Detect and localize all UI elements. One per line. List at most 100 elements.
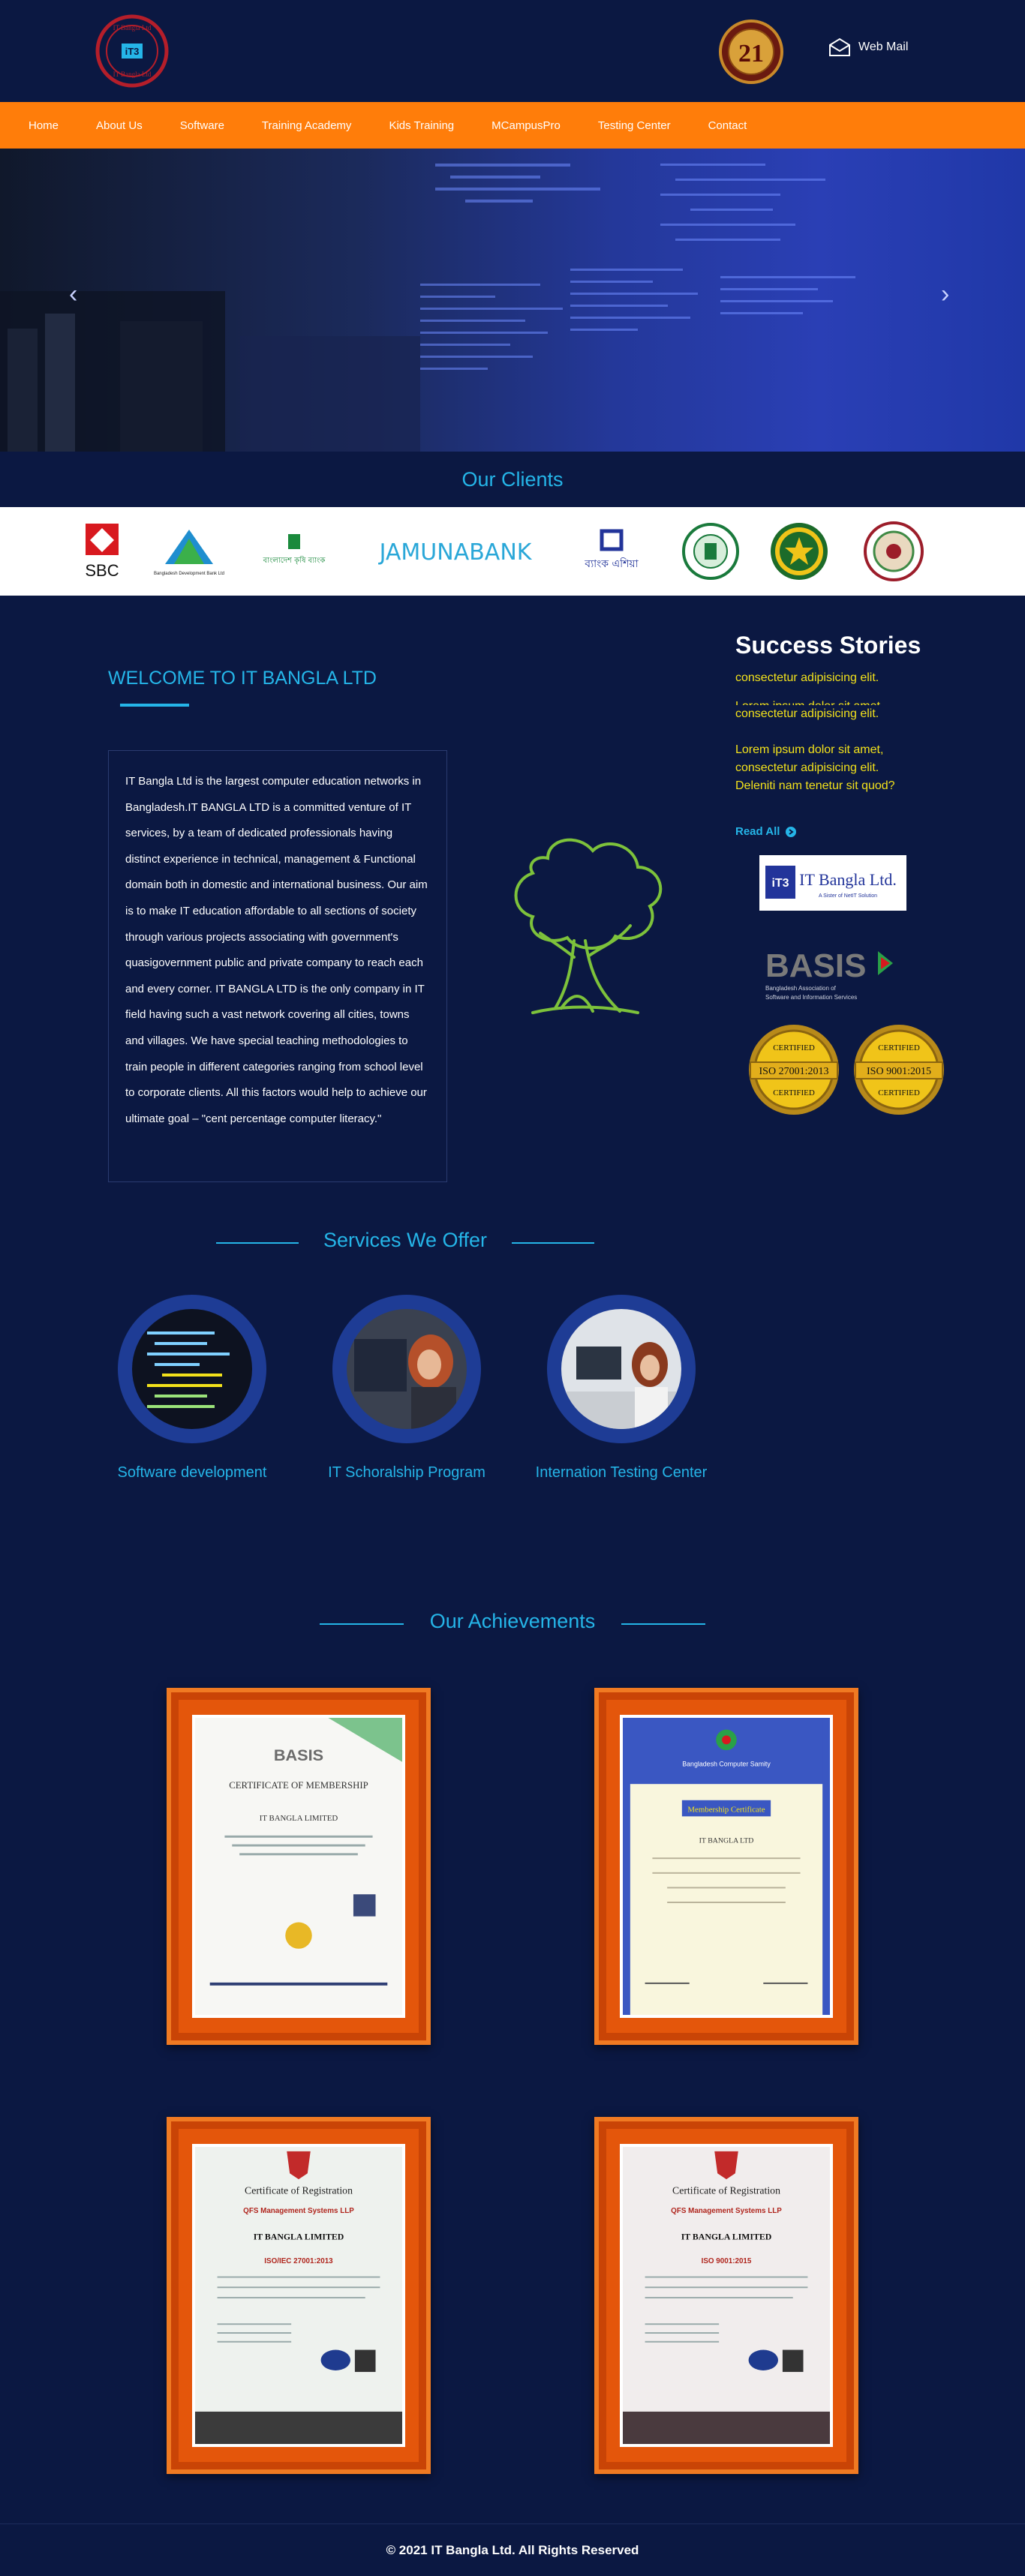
welcome-title: WELCOME TO IT BANGLA LTD bbox=[108, 668, 377, 689]
svg-text:SBC: SBC bbox=[85, 561, 119, 580]
svg-text:IT BANGLA LTD: IT BANGLA LTD bbox=[699, 1837, 754, 1845]
partner-itbangla-logo: iT3 IT Bangla Ltd. A Sister of NetIT Sol… bbox=[759, 855, 906, 911]
svg-text:ISO 9001:2015: ISO 9001:2015 bbox=[702, 2257, 752, 2265]
about-paragraph: IT Bangla Ltd is the largest computer ed… bbox=[125, 775, 428, 1125]
svg-text:21: 21 bbox=[738, 40, 764, 68]
svg-text:iT3: iT3 bbox=[771, 877, 789, 890]
svg-text:Certificate of Registration: Certificate of Registration bbox=[245, 2185, 353, 2196]
anniversary-badge: 21 bbox=[719, 20, 783, 84]
certificate-iso-9001: Certificate of Registration QFS Manageme… bbox=[620, 2144, 833, 2447]
nav-kids-training[interactable]: Kids Training bbox=[389, 119, 454, 132]
success-stories-title: Success Stories bbox=[735, 632, 921, 659]
client-logo-sbc: SBC bbox=[81, 521, 123, 582]
client-logo-university-seal bbox=[680, 521, 741, 582]
section-divider-left bbox=[216, 1242, 299, 1244]
client-logo-army-emblem bbox=[768, 521, 830, 582]
svg-text:QFS Management Systems LLP: QFS Management Systems LLP bbox=[243, 2207, 354, 2215]
client-logo-jamuna-bank: JAMUNABANK bbox=[362, 521, 549, 582]
service-label[interactable]: Internation Testing Center bbox=[524, 1464, 719, 1482]
nav-home[interactable]: Home bbox=[29, 119, 59, 132]
svg-text:ISO 27001:2013: ISO 27001:2013 bbox=[759, 1066, 829, 1077]
client-logo-bdbl: Bangladesh Development Bank Ltd bbox=[144, 521, 234, 582]
svg-text:BASIS: BASIS bbox=[765, 947, 866, 984]
svg-text:CERTIFIED: CERTIFIED bbox=[878, 1043, 920, 1052]
nav-training-academy[interactable]: Training Academy bbox=[262, 119, 352, 132]
section-divider-left bbox=[320, 1623, 404, 1625]
nav-testing-center[interactable]: Testing Center bbox=[598, 119, 671, 132]
svg-text:CERTIFIED: CERTIFIED bbox=[878, 1088, 920, 1097]
svg-text:IT BANGLA LIMITED: IT BANGLA LIMITED bbox=[681, 2232, 772, 2242]
svg-text:CERTIFICATE OF MEMBERSHIP: CERTIFICATE OF MEMBERSHIP bbox=[229, 1780, 368, 1791]
achievements-title: Our Achievements bbox=[429, 1610, 596, 1632]
client-logo-krishi-bank: বাংলাদেশ কৃষি ব্যাংক bbox=[249, 521, 339, 582]
certificate-bcs: Bangladesh Computer Samity Membership Ce… bbox=[620, 1715, 833, 2018]
clients-title: Our Clients bbox=[461, 468, 564, 491]
read-all-link[interactable]: Read All bbox=[735, 825, 797, 838]
client-logo-circular-seal bbox=[863, 521, 924, 582]
read-all-label: Read All bbox=[735, 825, 780, 838]
service-label[interactable]: IT Schoralship Program bbox=[309, 1464, 504, 1482]
nav-about-us[interactable]: About Us bbox=[96, 119, 143, 132]
success-stories-ticker: consectetur adipisicing elit. Lorem ipsu… bbox=[735, 669, 915, 804]
service-image-ring bbox=[118, 1295, 266, 1443]
service-card-testing-center[interactable]: Internation Testing Center bbox=[524, 1295, 719, 1482]
service-label[interactable]: Software development bbox=[95, 1464, 290, 1482]
testing-center-image bbox=[561, 1309, 681, 1429]
svg-text:iT3: iT3 bbox=[125, 46, 140, 57]
svg-text:Software and Information Servi: Software and Information Services bbox=[765, 994, 857, 1001]
svg-text:JAMUNABANK: JAMUNABANK bbox=[378, 539, 533, 566]
service-image-ring bbox=[547, 1295, 696, 1443]
iso-9001-badge: ISO 9001:2015 CERTIFIED CERTIFIED bbox=[854, 1025, 944, 1115]
story-line: Lorem ipsum dolor sit amet, bbox=[735, 743, 884, 756]
tree-illustration bbox=[514, 838, 663, 1014]
section-divider-right bbox=[621, 1623, 705, 1625]
svg-text:IT BANGLA LIMITED: IT BANGLA LIMITED bbox=[260, 1814, 338, 1823]
certificate-iso-27001: Certificate of Registration QFS Manageme… bbox=[192, 2144, 405, 2447]
slider-prev-arrow[interactable]: ‹ bbox=[69, 280, 77, 309]
story-line: consectetur adipisicing elit. bbox=[735, 671, 879, 684]
webmail-link[interactable]: Web Mail bbox=[828, 38, 908, 57]
achievement-frame[interactable]: Certificate of Registration QFS Manageme… bbox=[594, 2117, 858, 2474]
about-text-box: IT Bangla Ltd is the largest computer ed… bbox=[108, 750, 447, 1182]
partner-basis-logo: BASIS Bangladesh Association of Software… bbox=[765, 947, 893, 1001]
student-laptop-image bbox=[347, 1309, 467, 1429]
svg-text:Membership Certificate: Membership Certificate bbox=[687, 1805, 765, 1814]
svg-text:ISO/IEC 27001:2013: ISO/IEC 27001:2013 bbox=[264, 2257, 333, 2265]
story-line: consectetur adipisicing elit. bbox=[735, 707, 879, 720]
client-logo-bank-asia: ব্যাংক এশিয়া bbox=[570, 521, 653, 582]
story-line: Lorem ipsum dolor sit amet, bbox=[735, 698, 915, 705]
copyright-text: © 2021 IT Bangla Ltd. All Rights Reserve… bbox=[386, 2543, 639, 2557]
story-line: consectetur adipisicing elit. bbox=[735, 761, 879, 774]
nav-software[interactable]: Software bbox=[180, 119, 224, 132]
service-card-software[interactable]: Software development bbox=[95, 1295, 290, 1482]
services-title: Services We Offer bbox=[323, 1229, 488, 1251]
svg-text:Bangladesh Development Bank Lt: Bangladesh Development Bank Ltd bbox=[154, 572, 224, 576]
achievement-frame[interactable]: Bangladesh Computer Samity Membership Ce… bbox=[594, 1688, 858, 2045]
slider-next-arrow[interactable]: › bbox=[941, 280, 949, 309]
hero-image bbox=[0, 164, 855, 452]
svg-text:ব্যাংক এশিয়া: ব্যাংক এশিয়া bbox=[584, 557, 639, 570]
section-divider-right bbox=[512, 1242, 594, 1244]
svg-text:IT Bangla Ltd.: IT Bangla Ltd. bbox=[799, 870, 897, 889]
arrow-circle-icon bbox=[786, 826, 797, 837]
svg-text:Bangladesh Computer Samity: Bangladesh Computer Samity bbox=[682, 1761, 771, 1768]
company-logo[interactable]: iT3 IT Bangla Ltd IT Bangla Ltd bbox=[90, 14, 174, 89]
mail-icon bbox=[829, 38, 850, 56]
nav-mcampuspro[interactable]: MCampusPro bbox=[491, 119, 561, 132]
nav-contact[interactable]: Contact bbox=[708, 119, 747, 132]
svg-text:IT Bangla Ltd: IT Bangla Ltd bbox=[113, 71, 152, 78]
service-card-scholarship[interactable]: IT Schoralship Program bbox=[309, 1295, 504, 1482]
svg-text:বাংলাদেশ কৃষি ব্যাংক: বাংলাদেশ কৃষি ব্যাংক bbox=[263, 556, 326, 565]
svg-text:CERTIFIED: CERTIFIED bbox=[773, 1088, 815, 1097]
clients-logo-strip: SBC Bangladesh Development Bank Ltd বাংল… bbox=[0, 507, 1025, 596]
clients-section: Our Clients bbox=[0, 452, 1025, 507]
service-image-ring bbox=[332, 1295, 481, 1443]
site-header: iT3 IT Bangla Ltd IT Bangla Ltd 21 Web M… bbox=[0, 0, 1025, 102]
hero-slider: ‹ › bbox=[0, 149, 1025, 452]
svg-text:Certificate of Registration: Certificate of Registration bbox=[672, 2185, 780, 2196]
title-underline bbox=[120, 704, 189, 707]
achievement-frame[interactable]: BASIS CERTIFICATE OF MEMBERSHIP IT BANGL… bbox=[167, 1688, 431, 2045]
achievement-frame[interactable]: Certificate of Registration QFS Manageme… bbox=[167, 2117, 431, 2474]
svg-text:CERTIFIED: CERTIFIED bbox=[773, 1043, 815, 1052]
svg-text:IT Bangla Ltd: IT Bangla Ltd bbox=[113, 24, 152, 32]
